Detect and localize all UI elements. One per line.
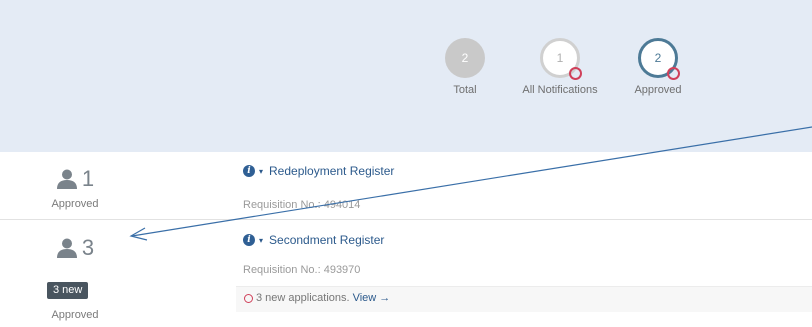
annotation-arrow	[129, 126, 812, 241]
